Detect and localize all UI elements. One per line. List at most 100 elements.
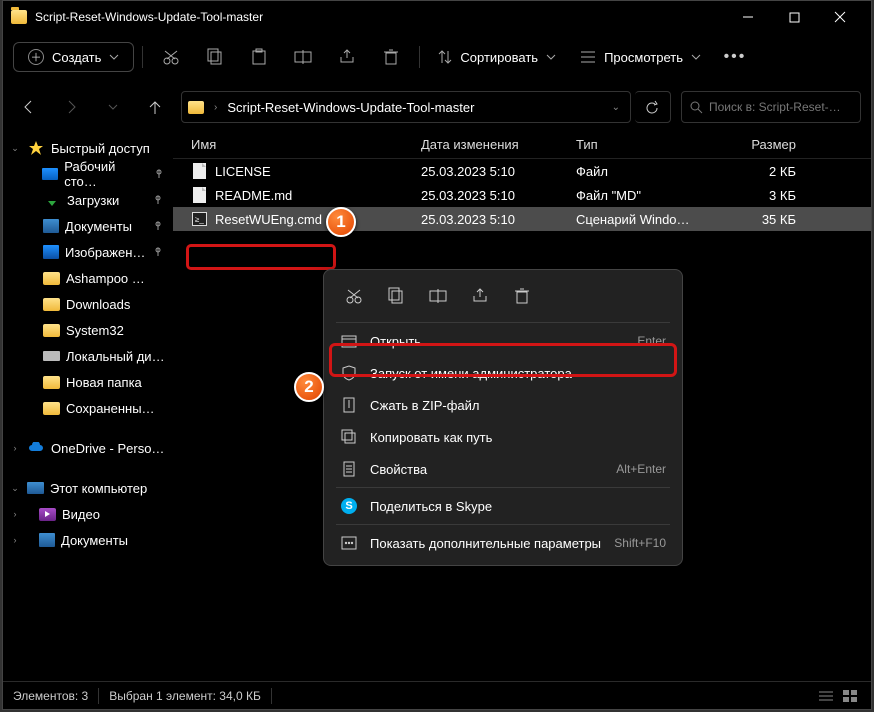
- svg-text:≥_: ≥_: [195, 215, 204, 224]
- ctx-rename-button[interactable]: [420, 280, 456, 312]
- pin-icon: [153, 195, 167, 205]
- scissors-icon: [345, 287, 363, 305]
- col-name[interactable]: Имя: [191, 137, 421, 152]
- folder-icon: [43, 376, 60, 389]
- trash-icon: [514, 287, 530, 305]
- pin-icon: [153, 221, 167, 231]
- ctx-properties[interactable]: Свойства Alt+Enter: [330, 453, 676, 485]
- file-row-selected[interactable]: ≥_ResetWUEng.cmd 25.03.2023 5:10 Сценари…: [173, 207, 871, 231]
- sidebar-item-desktop[interactable]: Рабочий сто…: [3, 161, 173, 187]
- new-button-label: Создать: [52, 50, 101, 65]
- pc-icon: [27, 482, 44, 494]
- chevron-down-icon: ⌄: [9, 483, 21, 494]
- ctx-show-more[interactable]: Показать дополнительные параметры Shift+…: [330, 527, 676, 559]
- maximize-button[interactable]: [771, 1, 817, 33]
- sidebar-item-folder[interactable]: Ashampoo …: [3, 265, 173, 291]
- copy-button[interactable]: [195, 39, 235, 75]
- context-menu: Открыть Enter Запуск от имени администра…: [323, 269, 683, 566]
- pin-icon: [154, 169, 167, 179]
- view-list-button[interactable]: [815, 686, 837, 706]
- quick-access-label: Быстрый доступ: [51, 141, 150, 156]
- annotation-callout-2: 2: [294, 372, 324, 402]
- status-selection: Выбран 1 элемент: 34,0 КБ: [109, 689, 261, 703]
- ctx-skype[interactable]: S Поделиться в Skype: [330, 490, 676, 522]
- view-button[interactable]: Просмотреть: [570, 44, 711, 71]
- chevron-right-icon: ›: [9, 535, 21, 545]
- paste-icon: [251, 48, 267, 66]
- cmd-icon: ≥_: [191, 211, 207, 227]
- sidebar-item-disk[interactable]: Локальный ди…: [3, 343, 173, 369]
- rename-button[interactable]: [283, 39, 323, 75]
- context-menu-quick-actions: [330, 276, 676, 320]
- ctx-zip[interactable]: Сжать в ZIP-файл: [330, 389, 676, 421]
- copy-path-icon: [340, 428, 358, 446]
- file-row[interactable]: LICENSE 25.03.2023 5:10 Файл 2 КБ: [173, 159, 871, 183]
- sidebar-item-folder[interactable]: System32: [3, 317, 173, 343]
- view-grid-button[interactable]: [839, 686, 861, 706]
- forward-button[interactable]: [55, 91, 87, 123]
- ctx-cut-button[interactable]: [336, 280, 372, 312]
- sort-button[interactable]: Сортировать: [428, 43, 566, 71]
- titlebar: Script-Reset-Windows-Update-Tool-master: [3, 1, 871, 33]
- search-input[interactable]: Поиск в: Script-Reset-…: [681, 91, 861, 123]
- recent-button[interactable]: [97, 91, 129, 123]
- ellipsis-icon: •••: [724, 48, 747, 66]
- sidebar-item-images[interactable]: Изображен…: [3, 239, 173, 265]
- sidebar-item-downloads[interactable]: Загрузки: [3, 187, 173, 213]
- download-icon: [43, 192, 61, 208]
- zip-icon: [340, 396, 358, 414]
- copy-icon: [388, 287, 404, 305]
- search-icon: [690, 101, 703, 114]
- chevron-down-icon[interactable]: ⌄: [608, 102, 624, 113]
- share-icon: [338, 48, 356, 66]
- sidebar-item-folder[interactable]: Сохраненны…: [3, 395, 173, 421]
- address-bar-row: › Script-Reset-Windows-Update-Tool-maste…: [3, 85, 871, 129]
- up-button[interactable]: [139, 91, 171, 123]
- cut-button[interactable]: [151, 39, 191, 75]
- ctx-delete-button[interactable]: [504, 280, 540, 312]
- file-icon: [191, 187, 207, 203]
- ctx-copy-button[interactable]: [378, 280, 414, 312]
- sidebar-item-videos[interactable]: ›Видео: [3, 501, 173, 527]
- properties-icon: [340, 460, 358, 478]
- col-size[interactable]: Размер: [716, 137, 796, 152]
- back-button[interactable]: [13, 91, 45, 123]
- sidebar-item-folder[interactable]: Downloads: [3, 291, 173, 317]
- file-icon: [191, 163, 207, 179]
- new-button[interactable]: ＋ Создать: [13, 42, 134, 72]
- chevron-down-icon: [109, 52, 119, 62]
- status-bar: Элементов: 3 Выбран 1 элемент: 34,0 КБ: [3, 681, 871, 709]
- sidebar-quick-access[interactable]: ⌄ Быстрый доступ: [3, 135, 173, 161]
- sidebar-thispc[interactable]: ⌄Этот компьютер: [3, 475, 173, 501]
- chevron-down-icon: [546, 52, 556, 62]
- scissors-icon: [162, 48, 180, 66]
- ctx-copy-path[interactable]: Копировать как путь: [330, 421, 676, 453]
- file-row[interactable]: README.md 25.03.2023 5:10 Файл "MD" 3 КБ: [173, 183, 871, 207]
- documents-icon: [39, 533, 55, 547]
- sidebar-onedrive[interactable]: ›OneDrive - Perso…: [3, 435, 173, 461]
- share-button[interactable]: [327, 39, 367, 75]
- divider: [419, 46, 420, 68]
- chevron-down-icon: ⌄: [9, 143, 21, 154]
- close-button[interactable]: [817, 1, 863, 33]
- address-bar[interactable]: › Script-Reset-Windows-Update-Tool-maste…: [181, 91, 631, 123]
- ctx-share-button[interactable]: [462, 280, 498, 312]
- chevron-right-icon: ›: [9, 509, 21, 519]
- paste-button[interactable]: [239, 39, 279, 75]
- plus-icon: ＋: [28, 49, 44, 65]
- skype-icon: S: [341, 498, 357, 514]
- more-button[interactable]: •••: [715, 39, 755, 75]
- breadcrumb-item[interactable]: Script-Reset-Windows-Update-Tool-master: [227, 100, 474, 115]
- rename-icon: [429, 288, 447, 304]
- col-type[interactable]: Тип: [576, 137, 716, 152]
- desktop-icon: [42, 168, 58, 180]
- sidebar-item-documents[interactable]: Документы: [3, 213, 173, 239]
- refresh-button[interactable]: [635, 91, 671, 123]
- col-date[interactable]: Дата изменения: [421, 137, 576, 152]
- minimize-button[interactable]: [725, 1, 771, 33]
- sidebar-item-docs[interactable]: ›Документы: [3, 527, 173, 553]
- column-headers[interactable]: Имя Дата изменения Тип Размер: [173, 129, 871, 159]
- sidebar-item-folder[interactable]: Новая папка: [3, 369, 173, 395]
- more-icon: [340, 534, 358, 552]
- delete-button[interactable]: [371, 39, 411, 75]
